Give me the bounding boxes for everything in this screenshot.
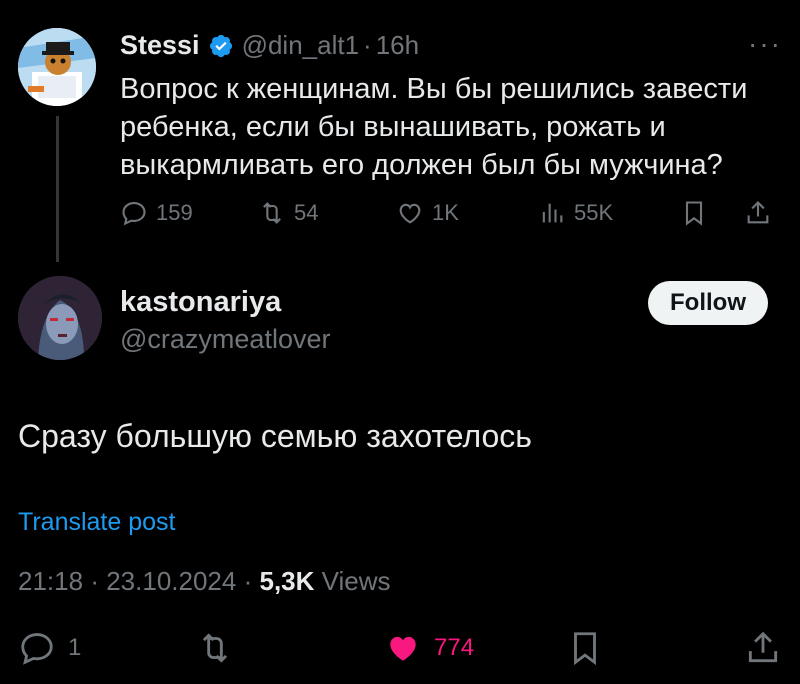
reply-icon xyxy=(21,633,53,665)
parent-time[interactable]: 16h xyxy=(376,30,419,61)
header-separator: · xyxy=(363,30,372,60)
parent-bookmark-button[interactable] xyxy=(680,198,716,228)
thread-connector-line xyxy=(56,116,59,262)
reply-author-avatar[interactable] xyxy=(18,276,102,360)
bookmark-icon xyxy=(685,201,703,226)
reply-meta: 21:18 · 23.10.2024 · 5,3K Views xyxy=(18,566,391,597)
like-icon xyxy=(399,203,421,224)
reply-share-button[interactable] xyxy=(744,628,794,668)
follow-button[interactable]: Follow xyxy=(648,281,768,325)
reply-reply-count: 1 xyxy=(68,634,82,661)
reply-icon xyxy=(122,202,146,226)
parent-author-avatar[interactable] xyxy=(18,28,96,106)
reply-tweet-text: Сразу большую семью захотелось xyxy=(18,418,532,454)
bookmark-icon xyxy=(574,632,596,666)
parent-tweet-text: Вопрос к женщинам. Вы бы решились завест… xyxy=(120,73,748,181)
verified-badge-icon xyxy=(209,34,232,57)
meta-separator: · xyxy=(243,566,253,596)
parent-author-name[interactable]: Stessi xyxy=(120,30,200,61)
parent-share-button[interactable] xyxy=(744,198,780,228)
parent-reply-button[interactable]: 159 xyxy=(120,198,193,228)
parent-reply-count: 159 xyxy=(156,200,193,225)
repost-icon xyxy=(263,202,281,224)
reply-views-label: Views xyxy=(321,566,391,596)
translate-post-link[interactable]: Translate post xyxy=(18,508,175,537)
reply-like-button[interactable]: 774 xyxy=(384,628,474,668)
reply-bookmark-button[interactable] xyxy=(566,628,616,668)
parent-repost-button[interactable]: 54 xyxy=(258,198,318,228)
parent-repost-count: 54 xyxy=(294,200,319,225)
share-icon xyxy=(747,201,769,224)
parent-like-button[interactable]: 1K xyxy=(396,198,459,228)
views-icon xyxy=(542,203,563,223)
reply-repost-button[interactable] xyxy=(196,628,246,668)
parent-like-count: 1K xyxy=(432,200,459,225)
reply-date[interactable]: 23.10.2024 xyxy=(106,566,236,596)
reply-author-handle[interactable]: @crazymeatlover xyxy=(120,324,330,355)
parent-views-button[interactable]: 55K xyxy=(538,198,613,228)
reply-author-name[interactable]: kastonariya xyxy=(120,286,281,319)
share-icon xyxy=(748,631,778,663)
reply-views-count: 5,3K xyxy=(259,566,315,596)
reply-reply-button[interactable]: 1 xyxy=(18,628,81,668)
meta-separator: · xyxy=(90,566,99,596)
more-options-icon[interactable]: ··· xyxy=(748,28,782,60)
reply-time[interactable]: 21:18 xyxy=(18,566,83,596)
reply-like-count: 774 xyxy=(434,634,475,661)
like-filled-icon xyxy=(390,636,416,661)
repost-icon xyxy=(202,633,228,663)
parent-views-count: 55K xyxy=(574,200,614,225)
parent-header: Stessi @din_alt1 · 16h xyxy=(120,30,419,61)
parent-author-handle[interactable]: @din_alt1 xyxy=(242,30,359,61)
